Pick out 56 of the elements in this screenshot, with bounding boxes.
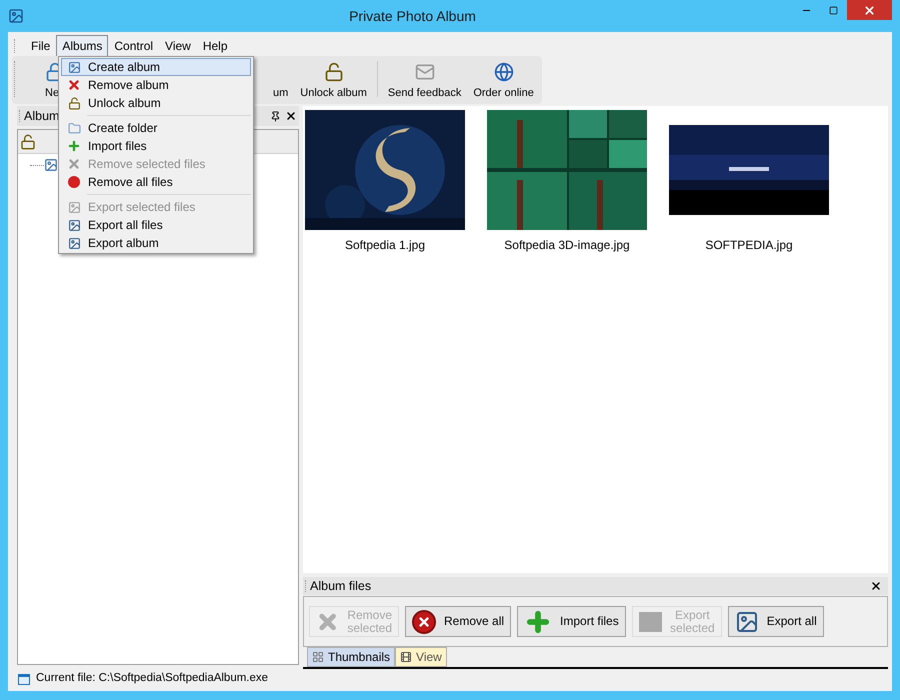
- window-icon: [18, 674, 30, 684]
- menu-item[interactable]: File: [25, 34, 56, 56]
- view-tab[interactable]: View: [395, 647, 447, 667]
- toolbar-button[interactable]: Unlock album: [294, 62, 373, 101]
- cross-icon: [67, 78, 81, 92]
- close-icon[interactable]: [285, 110, 297, 122]
- square-icon: [638, 612, 662, 632]
- panel-button[interactable]: Import files: [517, 606, 626, 637]
- padlock-icon: [68, 96, 80, 110]
- folder-icon: [68, 122, 80, 134]
- plus-icon: [67, 139, 81, 153]
- thumbnail-caption: Softpedia 3D-image.jpg: [504, 237, 630, 254]
- toolbar-button[interactable]: um: [267, 84, 294, 101]
- picture-icon: [68, 218, 80, 232]
- close-button[interactable]: [847, 0, 892, 20]
- menu-item[interactable]: Help: [196, 34, 234, 56]
- menu-item[interactable]: Control: [108, 34, 160, 56]
- pin-icon[interactable]: [270, 110, 281, 122]
- menu-entry[interactable]: Create album: [61, 58, 251, 76]
- album-icon: [68, 60, 80, 74]
- menu-entry[interactable]: Unlock album: [61, 94, 251, 112]
- close-icon: [863, 4, 876, 16]
- globe-icon: [494, 62, 514, 82]
- menu-item[interactable]: View: [159, 34, 197, 56]
- menu-entry[interactable]: Create folder: [61, 119, 251, 137]
- film-icon: [400, 651, 412, 663]
- picture-icon: [68, 236, 80, 250]
- close-icon[interactable]: [870, 580, 882, 592]
- panel-title: Album files: [310, 578, 372, 595]
- thumbnail-caption: SOFTPEDIA.jpg: [705, 237, 793, 254]
- status-text: Current file: C:\Softpedia\SoftpediaAlbum.exe: [36, 671, 268, 686]
- panel-button[interactable]: Remove all: [405, 606, 512, 637]
- menu-entry[interactable]: Export all files: [61, 216, 251, 234]
- grid-icon: [312, 651, 324, 663]
- maximize-icon: [829, 6, 838, 14]
- thumbnail-caption: Softpedia 1.jpg: [344, 237, 426, 254]
- stop-icon: [412, 610, 436, 634]
- panel-button[interactable]: Export all: [728, 606, 824, 637]
- toolbar-button[interactable]: Order online: [467, 62, 540, 101]
- envelope-icon: [414, 62, 435, 82]
- menu-entry[interactable]: Remove album: [61, 76, 251, 94]
- picture-icon: [734, 610, 759, 634]
- toolbar-button[interactable]: Send feedback: [382, 62, 468, 101]
- view-tab[interactable]: Thumbnails: [307, 647, 396, 667]
- menu-entry[interactable]: Remove all files: [61, 173, 251, 191]
- stop-icon: [68, 176, 80, 188]
- cross-icon: [67, 157, 81, 171]
- menu-item[interactable]: Albums: [56, 34, 108, 56]
- menu-entry[interactable]: Export album: [61, 234, 251, 252]
- padlock-icon: [20, 134, 36, 150]
- album-icon[interactable]: [44, 158, 58, 172]
- app-icon: [8, 8, 24, 24]
- panel-title: Album: [24, 108, 60, 125]
- picture-icon: [68, 200, 80, 214]
- window-title: Private Photo Album: [348, 6, 477, 26]
- padlock-icon: [324, 62, 344, 82]
